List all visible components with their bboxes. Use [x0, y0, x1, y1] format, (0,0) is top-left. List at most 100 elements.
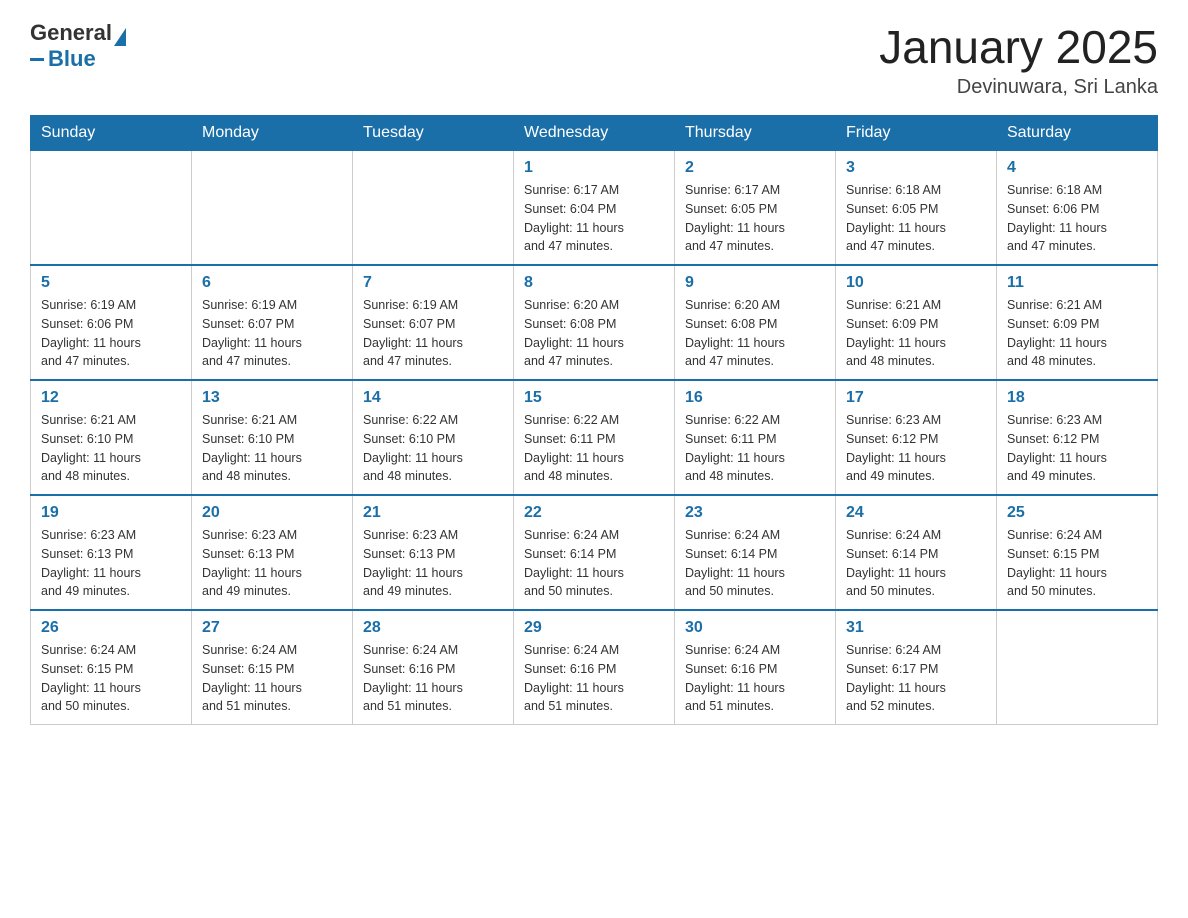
day-number: 27 [202, 619, 342, 637]
title-area: January 2025 Devinuwara, Sri Lanka [879, 20, 1158, 99]
location-subtitle: Devinuwara, Sri Lanka [879, 76, 1158, 99]
calendar-cell [192, 151, 353, 266]
calendar-cell: 10Sunrise: 6:21 AM Sunset: 6:09 PM Dayli… [836, 265, 997, 380]
calendar-table: SundayMondayTuesdayWednesdayThursdayFrid… [30, 115, 1158, 725]
day-info: Sunrise: 6:23 AM Sunset: 6:13 PM Dayligh… [363, 526, 503, 601]
day-number: 24 [846, 504, 986, 522]
day-info: Sunrise: 6:19 AM Sunset: 6:07 PM Dayligh… [202, 296, 342, 371]
calendar-cell: 22 Sunrise: 6:24 AM Sunset: 6:14 PM Dayli… [514, 495, 675, 610]
day-info: Sunrise: 6:22 AM Sunset: 6:11 PM Dayligh… [524, 411, 664, 486]
calendar-cell: 21 Sunrise: 6:23 AM Sunset: 6:13 PM Dayli… [353, 495, 514, 610]
day-number: 18 [1007, 389, 1147, 407]
weekday-header-monday: Monday [192, 116, 353, 151]
day-number: 20 [202, 504, 342, 522]
month-title: January 2025 [879, 20, 1158, 74]
calendar-cell: 8 Sunrise: 6:20 AM Sunset: 6:08 PM Daylig… [514, 265, 675, 380]
calendar-cell: 7Sunrise: 6:19 AM Sunset: 6:07 PM Daylig… [353, 265, 514, 380]
weekday-header-sunday: Sunday [31, 116, 192, 151]
weekday-header-thursday: Thursday [675, 116, 836, 151]
logo-blue-text: Blue [48, 46, 96, 72]
day-number: 25 [1007, 504, 1147, 522]
day-number: 30 [685, 619, 825, 637]
logo-bar [30, 58, 44, 61]
day-number: 29 [524, 619, 664, 637]
day-info: Sunrise: 6:24 AM Sunset: 6:15 PM Dayligh… [41, 641, 181, 716]
day-info: Sunrise: 6:21 AM Sunset: 6:09 PM Dayligh… [846, 296, 986, 371]
calendar-cell: 12Sunrise: 6:21 AM Sunset: 6:10 PM Dayli… [31, 380, 192, 495]
day-number: 19 [41, 504, 181, 522]
logo: General Blue [30, 20, 126, 72]
calendar-week-row: 26 Sunrise: 6:24 AM Sunset: 6:15 PM Dayli… [31, 610, 1158, 725]
day-number: 16 [685, 389, 825, 407]
calendar-cell: 29 Sunrise: 6:24 AM Sunset: 6:16 PM Dayli… [514, 610, 675, 725]
day-info: Sunrise: 6:24 AM Sunset: 6:16 PM Dayligh… [524, 641, 664, 716]
calendar-cell: 27 Sunrise: 6:24 AM Sunset: 6:15 PM Dayli… [192, 610, 353, 725]
logo-general-text: General [30, 20, 112, 46]
day-number: 21 [363, 504, 503, 522]
calendar-cell: 17Sunrise: 6:23 AM Sunset: 6:12 PM Dayli… [836, 380, 997, 495]
day-info: Sunrise: 6:24 AM Sunset: 6:15 PM Dayligh… [202, 641, 342, 716]
calendar-cell: 18Sunrise: 6:23 AM Sunset: 6:12 PM Dayli… [997, 380, 1158, 495]
weekday-header-saturday: Saturday [997, 116, 1158, 151]
calendar-cell: 3 Sunrise: 6:18 AM Sunset: 6:05 PM Daylig… [836, 151, 997, 266]
calendar-cell: 9 Sunrise: 6:20 AM Sunset: 6:08 PM Daylig… [675, 265, 836, 380]
day-info: Sunrise: 6:20 AM Sunset: 6:08 PM Dayligh… [524, 296, 664, 371]
calendar-cell: 28Sunrise: 6:24 AM Sunset: 6:16 PM Dayli… [353, 610, 514, 725]
day-info: Sunrise: 6:21 AM Sunset: 6:09 PM Dayligh… [1007, 296, 1147, 371]
day-info: Sunrise: 6:24 AM Sunset: 6:17 PM Dayligh… [846, 641, 986, 716]
calendar-week-row: 12 Sunrise: 6:21 AM Sunset: 6:10 PM Dayli… [31, 380, 1158, 495]
day-info: Sunrise: 6:18 AM Sunset: 6:05 PM Dayligh… [846, 181, 986, 256]
weekday-header-friday: Friday [836, 116, 997, 151]
calendar-cell: 31 Sunrise: 6:24 AM Sunset: 6:17 PM Dayli… [836, 610, 997, 725]
day-number: 23 [685, 504, 825, 522]
day-info: Sunrise: 6:24 AM Sunset: 6:14 PM Dayligh… [685, 526, 825, 601]
day-number: 22 [524, 504, 664, 522]
day-number: 12 [41, 389, 181, 407]
day-number: 8 [524, 274, 664, 292]
day-number: 28 [363, 619, 503, 637]
day-number: 7 [363, 274, 503, 292]
day-number: 9 [685, 274, 825, 292]
calendar-cell: 30 Sunrise: 6:24 AM Sunset: 6:16 PM Dayli… [675, 610, 836, 725]
day-number: 3 [846, 159, 986, 177]
calendar-header: SundayMondayTuesdayWednesdayThursdayFrid… [31, 116, 1158, 151]
day-info: Sunrise: 6:24 AM Sunset: 6:16 PM Dayligh… [685, 641, 825, 716]
calendar-cell: 5 Sunrise: 6:19 AM Sunset: 6:06 PM Daylig… [31, 265, 192, 380]
day-number: 5 [41, 274, 181, 292]
day-number: 1 [524, 159, 664, 177]
logo-triangle-icon [114, 28, 126, 46]
day-info: Sunrise: 6:24 AM Sunset: 6:15 PM Dayligh… [1007, 526, 1147, 601]
day-info: Sunrise: 6:20 AM Sunset: 6:08 PM Dayligh… [685, 296, 825, 371]
calendar-cell: 20 Sunrise: 6:23 AM Sunset: 6:13 PM Dayli… [192, 495, 353, 610]
calendar-cell: 24Sunrise: 6:24 AM Sunset: 6:14 PM Dayli… [836, 495, 997, 610]
day-number: 4 [1007, 159, 1147, 177]
day-info: Sunrise: 6:17 AM Sunset: 6:05 PM Dayligh… [685, 181, 825, 256]
day-number: 26 [41, 619, 181, 637]
day-info: Sunrise: 6:19 AM Sunset: 6:06 PM Dayligh… [41, 296, 181, 371]
calendar-cell: 16 Sunrise: 6:22 AM Sunset: 6:11 PM Dayli… [675, 380, 836, 495]
calendar-cell: 11 Sunrise: 6:21 AM Sunset: 6:09 PM Dayli… [997, 265, 1158, 380]
day-number: 14 [363, 389, 503, 407]
calendar-cell: 2Sunrise: 6:17 AM Sunset: 6:05 PM Daylig… [675, 151, 836, 266]
day-number: 11 [1007, 274, 1147, 292]
day-number: 31 [846, 619, 986, 637]
calendar-cell: 25 Sunrise: 6:24 AM Sunset: 6:15 PM Dayli… [997, 495, 1158, 610]
calendar-cell [31, 151, 192, 266]
calendar-cell: 14Sunrise: 6:22 AM Sunset: 6:10 PM Dayli… [353, 380, 514, 495]
calendar-week-row: 1Sunrise: 6:17 AM Sunset: 6:04 PM Daylig… [31, 151, 1158, 266]
day-info: Sunrise: 6:23 AM Sunset: 6:12 PM Dayligh… [846, 411, 986, 486]
day-info: Sunrise: 6:18 AM Sunset: 6:06 PM Dayligh… [1007, 181, 1147, 256]
calendar-cell [353, 151, 514, 266]
calendar-cell: 19Sunrise: 6:23 AM Sunset: 6:13 PM Dayli… [31, 495, 192, 610]
calendar-cell: 6Sunrise: 6:19 AM Sunset: 6:07 PM Daylig… [192, 265, 353, 380]
calendar-cell: 26 Sunrise: 6:24 AM Sunset: 6:15 PM Dayli… [31, 610, 192, 725]
day-info: Sunrise: 6:21 AM Sunset: 6:10 PM Dayligh… [202, 411, 342, 486]
day-info: Sunrise: 6:23 AM Sunset: 6:13 PM Dayligh… [202, 526, 342, 601]
weekday-header-tuesday: Tuesday [353, 116, 514, 151]
day-info: Sunrise: 6:24 AM Sunset: 6:14 PM Dayligh… [524, 526, 664, 601]
day-info: Sunrise: 6:22 AM Sunset: 6:11 PM Dayligh… [685, 411, 825, 486]
calendar-cell: 15 Sunrise: 6:22 AM Sunset: 6:11 PM Dayli… [514, 380, 675, 495]
day-number: 15 [524, 389, 664, 407]
calendar-cell: 4 Sunrise: 6:18 AM Sunset: 6:06 PM Daylig… [997, 151, 1158, 266]
calendar-cell: 1Sunrise: 6:17 AM Sunset: 6:04 PM Daylig… [514, 151, 675, 266]
